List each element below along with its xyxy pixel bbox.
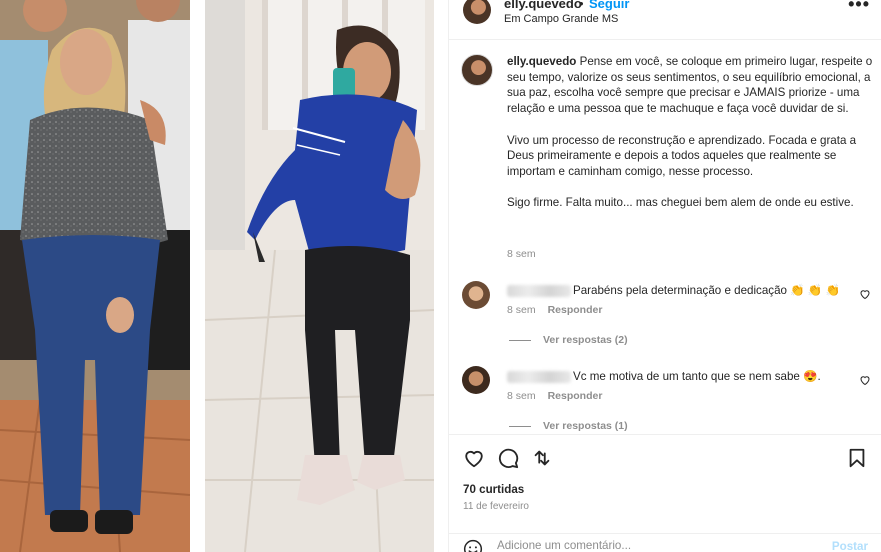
reply-button[interactable]: Responder — [548, 390, 603, 402]
comment-text: Vc me motiva de um tanto que se nem sabe… — [573, 370, 821, 383]
post-panel: elly.quevedo • Seguir Em Campo Grande MS… — [448, 0, 881, 552]
comment-time: 8 sem — [507, 304, 536, 316]
more-options-icon[interactable]: ••• — [848, 0, 870, 15]
comment-item: Parabéns pela determinação e dedicação 👏… — [507, 283, 867, 297]
bookmark-icon[interactable] — [846, 447, 868, 469]
author-username[interactable]: elly.quevedo — [504, 0, 582, 11]
likes-count[interactable]: 70 curtidas — [463, 483, 524, 496]
caption-avatar[interactable] — [461, 54, 493, 86]
blurred-username — [507, 284, 571, 297]
post-caption: elly.quevedo Pense em você, se coloque e… — [507, 54, 877, 211]
post-date: 11 de fevereiro — [463, 501, 529, 512]
post-comment-button[interactable]: Postar — [832, 540, 868, 552]
replies-divider — [509, 339, 531, 341]
comment-heart-icon[interactable] — [859, 374, 871, 386]
caption-paragraph-2: Vivo um processo de reconstrução e apren… — [507, 133, 857, 178]
post-location[interactable]: Em Campo Grande MS — [504, 13, 618, 25]
view-replies-button[interactable]: Ver respostas (1) — [509, 420, 628, 432]
comment-time: 8 sem — [507, 390, 536, 402]
caption-paragraph-3: Sigo firme. Falta muito... mas cheguei b… — [507, 196, 854, 210]
share-icon[interactable] — [531, 447, 553, 469]
separator-dot: • — [579, 0, 584, 11]
emoji-icon[interactable] — [463, 539, 483, 552]
caption-username[interactable]: elly.quevedo — [507, 55, 576, 68]
view-replies-label: Ver respostas (1) — [543, 420, 628, 432]
comment-icon[interactable] — [497, 447, 519, 469]
comment-meta: 8 sem Responder — [507, 304, 602, 316]
heart-icon[interactable] — [463, 447, 485, 469]
comment-heart-icon[interactable] — [859, 288, 871, 300]
post-actions: 70 curtidas 11 de fevereiro Postar — [449, 434, 881, 552]
comment-text: Parabéns pela determinação e dedicação 👏… — [573, 284, 840, 297]
before-photo — [0, 0, 190, 552]
view-replies-button[interactable]: Ver respostas (2) — [509, 334, 628, 346]
add-comment-bar: Postar — [449, 533, 881, 552]
blurred-username — [507, 370, 571, 383]
replies-divider — [509, 425, 531, 427]
view-replies-label: Ver respostas (2) — [543, 334, 628, 346]
post-header: elly.quevedo • Seguir Em Campo Grande MS… — [449, 0, 881, 40]
reply-button[interactable]: Responder — [548, 304, 603, 316]
follow-button[interactable]: Seguir — [589, 0, 629, 11]
commenter-avatar[interactable] — [462, 366, 490, 394]
comment-meta: 8 sem Responder — [507, 390, 602, 402]
comment-input[interactable] — [497, 539, 817, 552]
after-photo — [205, 0, 434, 552]
author-avatar[interactable] — [463, 0, 491, 24]
commenter-avatar[interactable] — [462, 281, 490, 309]
comment-item: Vc me motiva de um tanto que se nem sabe… — [507, 369, 867, 383]
post-media[interactable] — [0, 0, 448, 552]
caption-time: 8 sem — [507, 248, 536, 260]
